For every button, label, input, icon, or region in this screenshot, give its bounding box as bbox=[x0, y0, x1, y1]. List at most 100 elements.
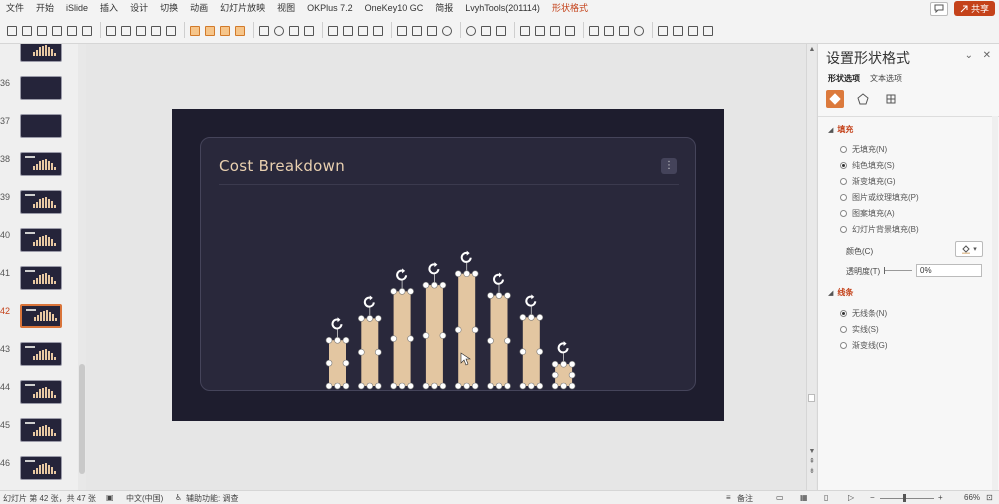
menu-item[interactable]: 视图 bbox=[271, 0, 301, 17]
fit-to-window-icon[interactable]: ⊡ bbox=[986, 493, 993, 502]
thumbnail-scroll-thumb[interactable] bbox=[79, 364, 85, 474]
toolbar-tool-icon[interactable] bbox=[672, 25, 683, 36]
toolbar-tool-icon[interactable] bbox=[618, 25, 629, 36]
rotate-icon[interactable] bbox=[331, 318, 343, 330]
slide-sorter-icon[interactable]: ▦ bbox=[800, 493, 808, 502]
toolbar-tool-icon[interactable] bbox=[633, 25, 644, 36]
toolbar-tool-icon[interactable] bbox=[465, 25, 476, 36]
toolbar-tool-icon[interactable] bbox=[519, 25, 530, 36]
resize-handle[interactable] bbox=[504, 337, 511, 345]
resize-handle[interactable] bbox=[536, 314, 544, 321]
prev-slide-icon[interactable]: ⇞ bbox=[808, 458, 816, 466]
toolbar-tool-icon[interactable] bbox=[135, 25, 146, 36]
rotate-icon[interactable] bbox=[396, 269, 408, 281]
resize-handle[interactable] bbox=[560, 360, 567, 368]
toolbar-tool-icon[interactable] bbox=[81, 25, 92, 36]
resize-handle[interactable] bbox=[334, 336, 341, 344]
resize-handle[interactable] bbox=[454, 270, 462, 277]
bar-chart[interactable] bbox=[172, 109, 724, 421]
notes-button[interactable]: 备注 bbox=[737, 493, 753, 504]
menu-item[interactable]: 插入 bbox=[94, 0, 124, 17]
line-option[interactable]: 无线条(N) bbox=[840, 308, 887, 319]
fill-option[interactable]: 图案填充(A) bbox=[840, 208, 895, 219]
resize-handle[interactable] bbox=[422, 281, 430, 289]
fill-option[interactable]: 幻灯片背景填充(B) bbox=[840, 224, 919, 235]
fill-option[interactable]: 图片或纹理填充(P) bbox=[840, 192, 919, 203]
toolbar-tool-icon[interactable] bbox=[426, 25, 437, 36]
resize-handle[interactable] bbox=[407, 382, 414, 390]
resize-handle[interactable] bbox=[390, 335, 397, 342]
slide-thumbnail[interactable] bbox=[0, 44, 80, 68]
size-properties-icon[interactable] bbox=[882, 90, 900, 108]
fill-color-button[interactable]: ▾ bbox=[955, 241, 983, 257]
toolbar-tool-icon[interactable] bbox=[657, 25, 668, 36]
resize-handle[interactable] bbox=[527, 382, 535, 390]
resize-handle[interactable] bbox=[471, 326, 479, 334]
tab-text-options[interactable]: 文本选项 bbox=[870, 73, 902, 84]
fill-option[interactable]: 纯色填充(S) bbox=[840, 160, 895, 171]
zoom-level[interactable]: 66% bbox=[964, 493, 980, 502]
rotate-arrow-icon[interactable] bbox=[499, 272, 502, 278]
canvas-scrollbar[interactable]: ▲ ▼ ⇞ ⇟ bbox=[806, 44, 816, 490]
slide-thumbnail[interactable]: 41 bbox=[0, 266, 80, 296]
menu-item[interactable]: OneKey10 GC bbox=[359, 0, 430, 17]
slideshow-icon[interactable]: ▷ bbox=[848, 493, 854, 502]
radio-button[interactable] bbox=[840, 342, 847, 349]
toolbar-tool-icon[interactable] bbox=[603, 25, 614, 36]
menu-item[interactable]: 开始 bbox=[30, 0, 60, 17]
fill-line-icon[interactable] bbox=[826, 90, 844, 108]
resize-handle[interactable] bbox=[439, 332, 447, 339]
toolbar-tool-icon[interactable] bbox=[273, 25, 284, 36]
menu-item[interactable]: iSlide bbox=[60, 0, 94, 17]
resize-handle[interactable] bbox=[407, 335, 414, 342]
toolbar-tool-icon[interactable] bbox=[342, 25, 353, 36]
slide-thumbnail[interactable]: 37 bbox=[0, 114, 80, 144]
radio-button[interactable] bbox=[840, 194, 847, 201]
resize-handle[interactable] bbox=[407, 288, 414, 295]
line-section-header[interactable]: ◢ 线条 bbox=[828, 287, 853, 298]
rotate-arrow-icon[interactable] bbox=[466, 250, 470, 256]
resize-handle[interactable] bbox=[463, 382, 471, 390]
language-indicator[interactable]: 中文(中国) bbox=[126, 493, 163, 504]
menu-item[interactable]: LvyhTools(201114) bbox=[459, 0, 546, 17]
toolbar-tool-icon[interactable] bbox=[150, 25, 161, 36]
slide-thumbnail[interactable]: 36 bbox=[0, 76, 80, 106]
transparency-slider-knob[interactable] bbox=[884, 267, 885, 274]
toolbar-tool-icon[interactable] bbox=[549, 25, 560, 36]
radio-button[interactable] bbox=[840, 210, 847, 217]
zoom-slider[interactable] bbox=[880, 498, 934, 499]
fill-option[interactable]: 渐变填充(G) bbox=[840, 176, 896, 187]
toolbar-tool-icon[interactable] bbox=[288, 25, 299, 36]
resize-handle[interactable] bbox=[375, 348, 382, 356]
spellcheck-icon[interactable]: ▣ bbox=[106, 493, 114, 502]
next-slide-icon[interactable]: ⇟ bbox=[808, 468, 816, 476]
resize-handle[interactable] bbox=[551, 382, 559, 390]
slide-thumbnail[interactable]: 42 bbox=[0, 304, 80, 334]
toolbar-tool-icon[interactable] bbox=[687, 25, 698, 36]
menu-item[interactable]: 设计 bbox=[124, 0, 154, 17]
resize-handle[interactable] bbox=[439, 382, 447, 390]
toolbar-tool-icon[interactable] bbox=[357, 25, 368, 36]
zoom-slider-knob[interactable] bbox=[903, 494, 906, 502]
rotate-arrow-icon[interactable] bbox=[337, 317, 341, 323]
resize-handle[interactable] bbox=[487, 292, 494, 299]
resize-handle[interactable] bbox=[504, 292, 511, 299]
resize-handle[interactable] bbox=[325, 359, 333, 367]
slide-thumbnail[interactable]: 38 bbox=[0, 152, 80, 182]
menu-item[interactable]: 文件 bbox=[0, 0, 30, 17]
resize-handle[interactable] bbox=[568, 371, 576, 379]
resize-handle[interactable] bbox=[390, 382, 397, 390]
resize-handle[interactable] bbox=[560, 382, 567, 390]
toolbar-tool-icon[interactable] bbox=[534, 25, 545, 36]
format-pane-scrollbar[interactable] bbox=[992, 116, 998, 490]
resize-handle[interactable] bbox=[519, 382, 527, 390]
line-option[interactable]: 实线(S) bbox=[840, 324, 879, 335]
reading-view-icon[interactable]: ▯ bbox=[824, 493, 828, 502]
resize-handle[interactable] bbox=[463, 270, 471, 277]
resize-handle[interactable] bbox=[495, 382, 503, 390]
rotate-icon[interactable] bbox=[525, 295, 537, 307]
rotate-arrow-icon[interactable] bbox=[531, 294, 535, 300]
resize-handle[interactable] bbox=[325, 382, 333, 390]
toolbar-tool-icon[interactable] bbox=[372, 25, 383, 36]
line-option[interactable]: 渐变线(G) bbox=[840, 340, 888, 351]
